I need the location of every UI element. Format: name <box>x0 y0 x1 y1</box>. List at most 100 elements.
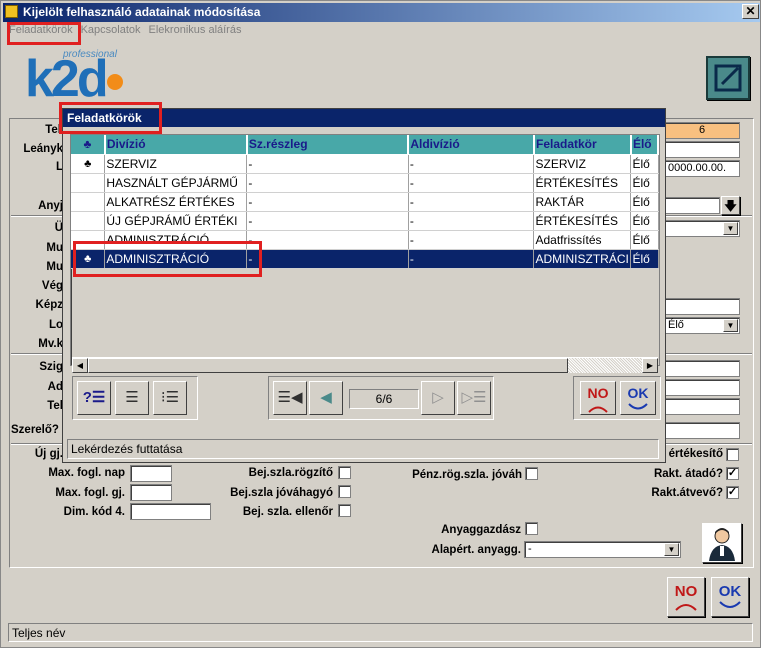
checkbox-bej-szla-ellenor[interactable] <box>338 504 351 517</box>
scroll-track[interactable] <box>568 358 642 373</box>
col-reszleg-header[interactable]: Sz.részleg <box>246 135 410 155</box>
first-record-icon: ☰◀ <box>277 389 303 406</box>
chevron-down-icon: ▼ <box>664 543 679 556</box>
cell-aldivizio: - <box>408 192 535 212</box>
label-ad: Ad <box>47 381 63 393</box>
horizontal-scrollbar[interactable]: ◀ ▶ <box>72 357 658 373</box>
cell-aldivizio: - <box>408 154 535 174</box>
field-number[interactable]: 6 <box>664 122 740 139</box>
cell-aldivizio: - <box>408 230 535 250</box>
cell-elo: Élő <box>630 192 659 212</box>
cell-reszleg: - <box>246 192 409 212</box>
grid-view-button[interactable]: ☰ <box>115 381 149 415</box>
table-header-row: ♣ Divízió Sz.részleg Aldivízió Feladatkö… <box>71 135 660 155</box>
last-record-button[interactable]: ▷☰ <box>457 381 491 415</box>
highlight-selected-row <box>73 241 262 277</box>
table-row[interactable]: ALKATRÉSZ ÉRTÉKES - - RAKTÁR Élő <box>71 192 659 212</box>
field-right-2[interactable] <box>664 141 740 158</box>
next-record-button[interactable]: ▷ <box>421 381 455 415</box>
field-max-fogl-gj[interactable] <box>130 484 172 501</box>
cell-reszleg: - <box>246 230 409 250</box>
scroll-thumb[interactable] <box>88 358 568 373</box>
frown-icon <box>675 604 697 611</box>
main-window: Kijelölt felhasználó adatainak módosítás… <box>0 0 761 648</box>
club-icon: ♣ <box>83 137 92 152</box>
checkbox-bej-szla-jovahagyo[interactable] <box>338 485 351 498</box>
field-ad[interactable] <box>664 379 740 396</box>
checkbox-rakt-atvevo[interactable]: ✓ <box>726 486 739 499</box>
cell-feladatkor: ÉRTÉKESÍTÉS <box>533 211 632 231</box>
field-u-select[interactable]: ▼ <box>664 220 740 237</box>
label-szerelo: Szerelő? <box>11 424 59 436</box>
field-tel[interactable] <box>664 398 740 415</box>
footer-no-button[interactable]: NO <box>667 577 705 617</box>
row-mark[interactable] <box>71 211 106 231</box>
field-kepz[interactable] <box>664 298 740 315</box>
label-szig: Szig <box>39 361 63 373</box>
scroll-left-icon[interactable]: ◀ <box>72 358 88 373</box>
field-szig[interactable] <box>664 360 740 377</box>
status-bar: Teljes név <box>8 623 753 642</box>
close-button[interactable]: ✕ <box>742 4 759 19</box>
frown-icon <box>588 406 608 413</box>
row-mark[interactable] <box>71 173 106 193</box>
checkbox-penz-rog[interactable] <box>525 467 538 480</box>
down-arrow-button[interactable]: 🡇 <box>721 196 740 215</box>
window-title: Kijelölt felhasználó adatainak módosítás… <box>23 5 261 19</box>
detail-view-button[interactable]: ⁝☰ <box>153 381 187 415</box>
checkbox-anyaggazdasz[interactable] <box>525 522 538 535</box>
checkbox-ertekesito[interactable] <box>726 448 739 461</box>
first-record-button[interactable]: ☰◀ <box>273 381 307 415</box>
cell-elo: Élő <box>630 230 659 250</box>
label-penz-rog: Pénz.rög.szla. jóváh <box>412 469 522 481</box>
cell-aldivizio: - <box>408 211 535 231</box>
table-row[interactable]: ÚJ GÉPJRÁMŰ ÉRTÉKI - - ÉRTÉKESÍTÉS Élő <box>71 211 659 231</box>
col-aldivizio-header[interactable]: Aldivízió <box>408 135 535 155</box>
help-list-button[interactable]: ?☰ <box>77 381 111 415</box>
label-mvk: Mv.k <box>38 338 63 350</box>
row-mark[interactable] <box>71 192 106 212</box>
field-dim-kod[interactable] <box>130 503 211 520</box>
dialog-ok-button[interactable]: OK <box>620 381 656 415</box>
prev-record-button[interactable]: ◀ <box>309 381 343 415</box>
scroll-right-icon[interactable]: ▶ <box>642 358 658 373</box>
cell-feladatkor: RAKTÁR <box>533 192 632 212</box>
checkbox-rakt-atado[interactable]: ✓ <box>726 467 739 480</box>
col-mark-header[interactable]: ♣ <box>71 135 106 155</box>
field-anyj-right[interactable] <box>664 197 720 214</box>
cell-divizio: SZERVIZ <box>104 154 248 174</box>
user-avatar-button[interactable] <box>702 523 742 563</box>
cell-divizio: ÚJ GÉPJRÁMŰ ÉRTÉKI <box>104 211 248 231</box>
cell-divizio: ALKATRÉSZ ÉRTÉKES <box>104 192 248 212</box>
cell-feladatkor: SZERVIZ <box>533 154 632 174</box>
label-kepz: Képz <box>35 299 63 311</box>
menu-elektronikus-alairas[interactable]: Elekronikus aláírás <box>145 23 246 37</box>
select-alapert-anyagg[interactable]: - ▼ <box>524 541 681 558</box>
col-divizio-header[interactable]: Divízió <box>104 135 248 155</box>
dialog-no-button[interactable]: NO <box>580 381 616 415</box>
label-l: L <box>55 161 63 173</box>
cell-feladatkor: ADMINISZTRÁCI <box>533 249 632 269</box>
logo-dot <box>107 74 123 90</box>
checkbox-bej-szla-rogzito[interactable] <box>338 466 351 479</box>
confirm-toolbar: NO OK <box>573 376 661 420</box>
label-uj-gj: Új gj. <box>34 448 63 460</box>
label-veg: Vég <box>41 280 63 292</box>
col-elo-header[interactable]: Élő <box>630 135 660 155</box>
menu-kapcsolatok[interactable]: Kapcsolatok <box>77 23 145 37</box>
field-date[interactable]: 0000.00.00. <box>664 160 740 177</box>
grid-view-icon: ☰ <box>125 389 139 406</box>
field-status-select[interactable]: Élő ▼ <box>664 317 740 334</box>
footer-ok-button[interactable]: OK <box>711 577 749 617</box>
field-szerelo[interactable] <box>664 422 740 439</box>
table-row[interactable]: HASZNÁLT GÉPJÁRMŰ - - ÉRTÉKESÍTÉS Élő <box>71 173 659 193</box>
row-mark[interactable]: ♣ <box>71 154 106 174</box>
label-bej-szla-ellenor: Bej. szla. ellenőr <box>242 506 333 518</box>
edit-button[interactable] <box>706 56 750 100</box>
user-icon <box>709 528 735 561</box>
field-max-fogl-nap[interactable] <box>130 465 172 482</box>
table-row[interactable]: ♣ SZERVIZ - - SZERVIZ Élő <box>71 154 659 174</box>
label-max-fogl-gj: Max. fogl. gj. <box>55 487 125 499</box>
help-list-icon: ?☰ <box>82 389 106 406</box>
col-feladatkor-header[interactable]: Feladatkör <box>533 135 632 155</box>
